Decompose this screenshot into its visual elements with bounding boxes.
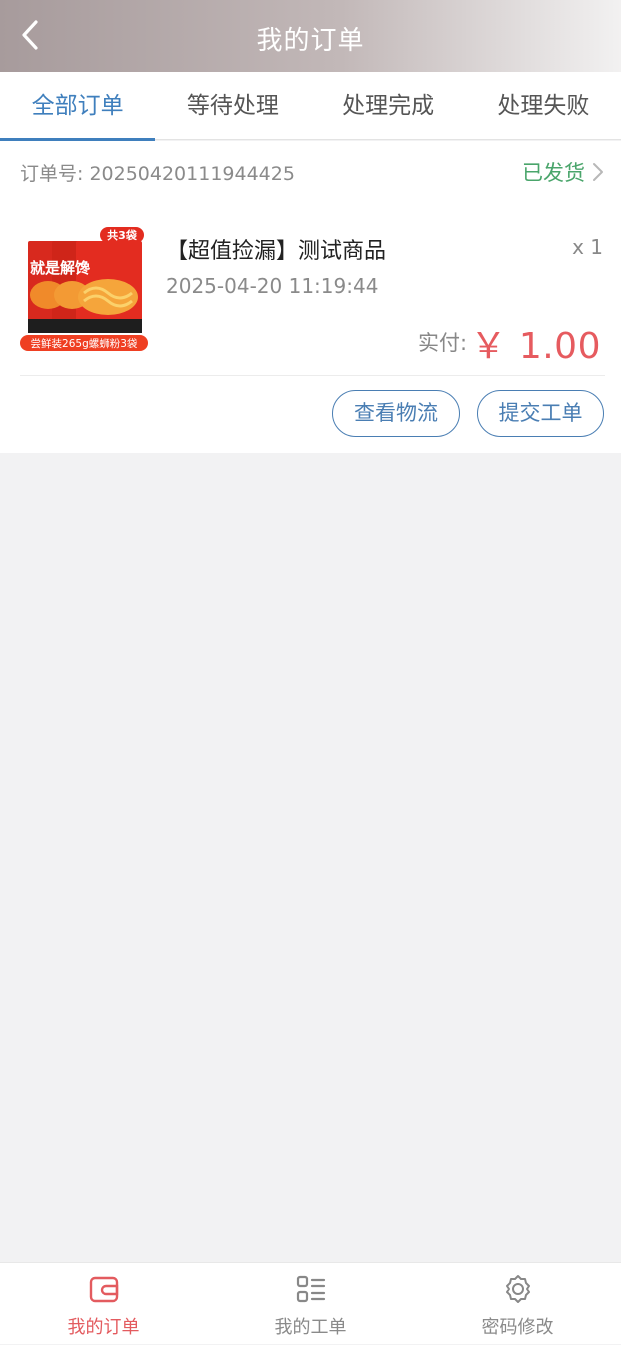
- paid-amount: ￥ 1.00: [470, 326, 601, 367]
- nav-label: 我的工单: [274, 1317, 347, 1338]
- order-date: 2025-04-20 11:19:44: [166, 274, 379, 298]
- list-icon: [296, 1275, 325, 1303]
- nav-label: 我的订单: [67, 1317, 140, 1338]
- tab-completed[interactable]: 处理完成: [311, 72, 466, 140]
- product-image-badge: 共3袋: [107, 228, 138, 242]
- tab-failed[interactable]: 处理失败: [466, 72, 621, 140]
- nav-label: 密码修改: [481, 1317, 554, 1338]
- order-card: 订单号: 20250420111944425 已发货 就是解馋 共3袋 尝鲜装2…: [0, 141, 621, 453]
- page-title: 我的订单: [256, 26, 365, 56]
- divider: [20, 375, 605, 376]
- tab-all-orders[interactable]: 全部订单: [0, 72, 156, 141]
- bottom-nav: 我的订单 我的工单 密码修改: [0, 1262, 621, 1344]
- tab-pending[interactable]: 等待处理: [155, 72, 310, 140]
- product-title[interactable]: 【超值捡漏】测试商品: [166, 233, 386, 265]
- order-status[interactable]: 已发货: [522, 157, 585, 187]
- nav-my-tickets[interactable]: 我的工单: [207, 1263, 414, 1345]
- product-image-caption: 尝鲜装265g螺蛳粉3袋: [31, 337, 138, 350]
- product-image[interactable]: 就是解馋 共3袋 尝鲜装265g螺蛳粉3袋: [18, 223, 150, 353]
- nav-change-password[interactable]: 密码修改: [414, 1263, 621, 1345]
- paid-label: 实付:: [418, 331, 468, 355]
- submit-ticket-button[interactable]: 提交工单: [477, 390, 604, 437]
- order-tabs: 全部订单 等待处理 处理完成 处理失败: [0, 72, 621, 141]
- product-quantity: x 1: [572, 235, 603, 259]
- app-header: 我的订单: [0, 0, 621, 72]
- nav-my-orders[interactable]: 我的订单: [0, 1263, 207, 1345]
- chevron-right-icon[interactable]: [591, 161, 605, 183]
- wallet-icon: [89, 1276, 118, 1303]
- gear-icon: [505, 1275, 530, 1303]
- order-number: 订单号: 20250420111944425: [20, 163, 295, 185]
- view-logistics-button[interactable]: 查看物流: [332, 390, 460, 437]
- product-image-name: 就是解馋: [30, 259, 90, 277]
